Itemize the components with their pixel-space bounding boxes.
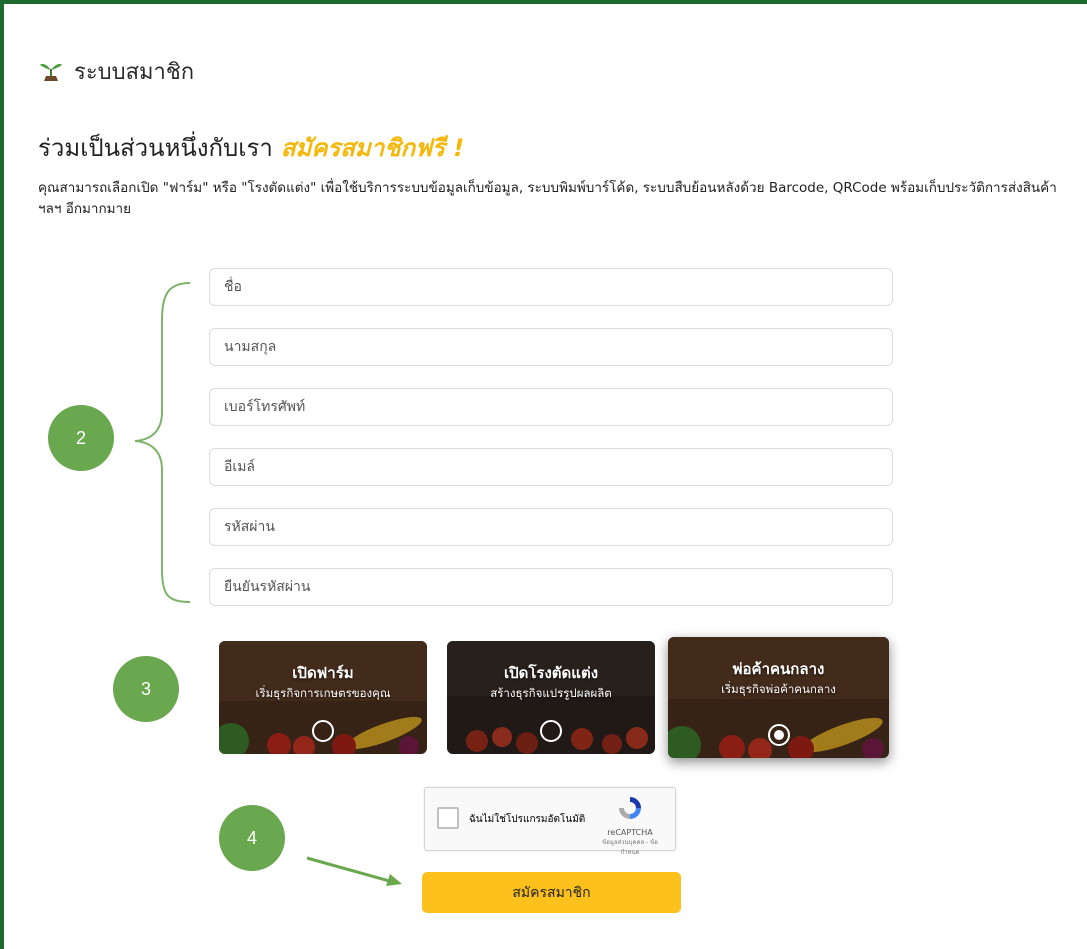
account-type-processing-card[interactable]: เปิดโรงตัดแต่ง สร้างธุรกิจแปรรูปผลผลิต: [447, 641, 655, 754]
card-subtitle: เริ่มธุรกิจพ่อค้าคนกลาง: [721, 682, 836, 696]
last-name-input[interactable]: [209, 328, 893, 366]
recaptcha-logo: reCAPTCHA ข้อมูลส่วนบุคคล - ข้อกำหนด: [595, 794, 665, 857]
recaptcha-icon: [619, 797, 641, 819]
card-subtitle: สร้างธุรกิจแปรรูปผลผลิต: [490, 686, 612, 700]
card-title: พ่อค้าคนกลาง: [732, 660, 825, 678]
phone-input[interactable]: [209, 388, 893, 426]
card-title: เปิดโรงตัดแต่ง: [503, 664, 599, 682]
step-badge-3: 3: [113, 656, 179, 722]
recaptcha-label: ฉันไม่ใช่โปรแกรมอัตโนมัติ: [469, 814, 586, 825]
sprout-icon: [38, 57, 64, 87]
page-headline: ร่วมเป็นส่วนหนึ่งกับเรา สมัครสมาชิกฟรี !: [38, 128, 464, 167]
recaptcha-terms[interactable]: ข้อมูลส่วนบุคคล - ข้อกำหนด: [595, 837, 665, 857]
email-input[interactable]: [209, 448, 893, 486]
step-badge-2: 2: [48, 405, 114, 471]
card-radio[interactable]: [312, 720, 334, 742]
account-type-farm-card[interactable]: เปิดฟาร์ม เริ่มธุรกิจการเกษตรของคุณ: [219, 641, 427, 754]
card-radio-selected[interactable]: [767, 724, 790, 746]
brand-header: ระบบสมาชิก: [38, 54, 194, 89]
headline-text: ร่วมเป็นส่วนหนึ่งกับเรา: [38, 134, 273, 162]
card-subtitle: เริ่มธุรกิจการเกษตรของคุณ: [255, 686, 391, 700]
card-title: เปิดฟาร์ม: [292, 664, 354, 682]
register-button[interactable]: สมัครสมาชิก: [422, 872, 681, 913]
first-name-input[interactable]: [209, 268, 893, 306]
page-description: คุณสามารถเลือกเปิด "ฟาร์ม" หรือ "โรงตัดแ…: [38, 180, 1057, 217]
password-input[interactable]: [209, 508, 893, 546]
step-badge-4: 4: [219, 805, 285, 871]
recaptcha-brand: reCAPTCHA: [607, 828, 653, 837]
account-type-middleman-card[interactable]: พ่อค้าคนกลาง เริ่มธุรกิจพ่อค้าคนกลาง: [668, 637, 889, 758]
headline-highlight: สมัครสมาชิกฟรี !: [280, 134, 465, 162]
confirm-password-input[interactable]: [209, 568, 893, 606]
recaptcha-widget: ฉันไม่ใช่โปรแกรมอัตโนมัติ reCAPTCHA ข้อม…: [424, 787, 676, 856]
card-radio[interactable]: [540, 720, 562, 742]
brand-title: ระบบสมาชิก: [74, 60, 195, 85]
recaptcha-checkbox[interactable]: [437, 807, 459, 829]
